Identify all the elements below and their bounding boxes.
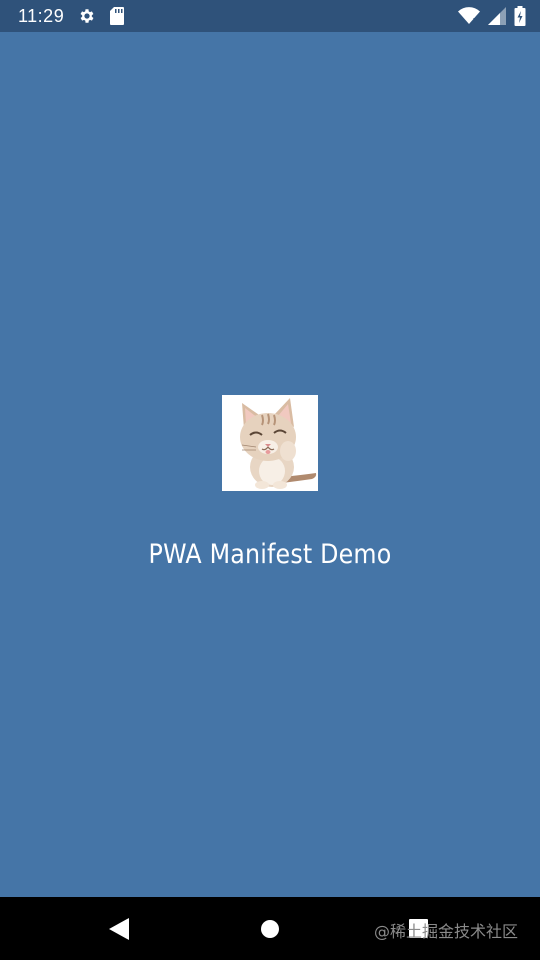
home-icon[interactable] [261, 920, 279, 938]
status-time: 11:29 [18, 5, 65, 26]
sd-card-icon [110, 7, 125, 25]
gear-icon [78, 7, 96, 25]
status-right: x [458, 6, 526, 26]
navigation-bar: @稀土掘金技术社区 [0, 897, 540, 960]
wifi-icon: x [458, 7, 480, 25]
back-icon[interactable] [109, 918, 129, 940]
app-name: PWA Manifest Demo [148, 539, 392, 570]
cell-signal-icon [488, 7, 506, 25]
splash-screen: PWA Manifest Demo [0, 32, 540, 897]
battery-icon [514, 6, 526, 26]
svg-text:x: x [473, 16, 478, 24]
watermark: @稀土掘金技术社区 [373, 922, 518, 941]
app-icon [222, 395, 318, 491]
status-left: 11:29 [18, 5, 125, 27]
status-bar: 11:29 x [0, 0, 540, 32]
kitten-image [240, 398, 317, 489]
